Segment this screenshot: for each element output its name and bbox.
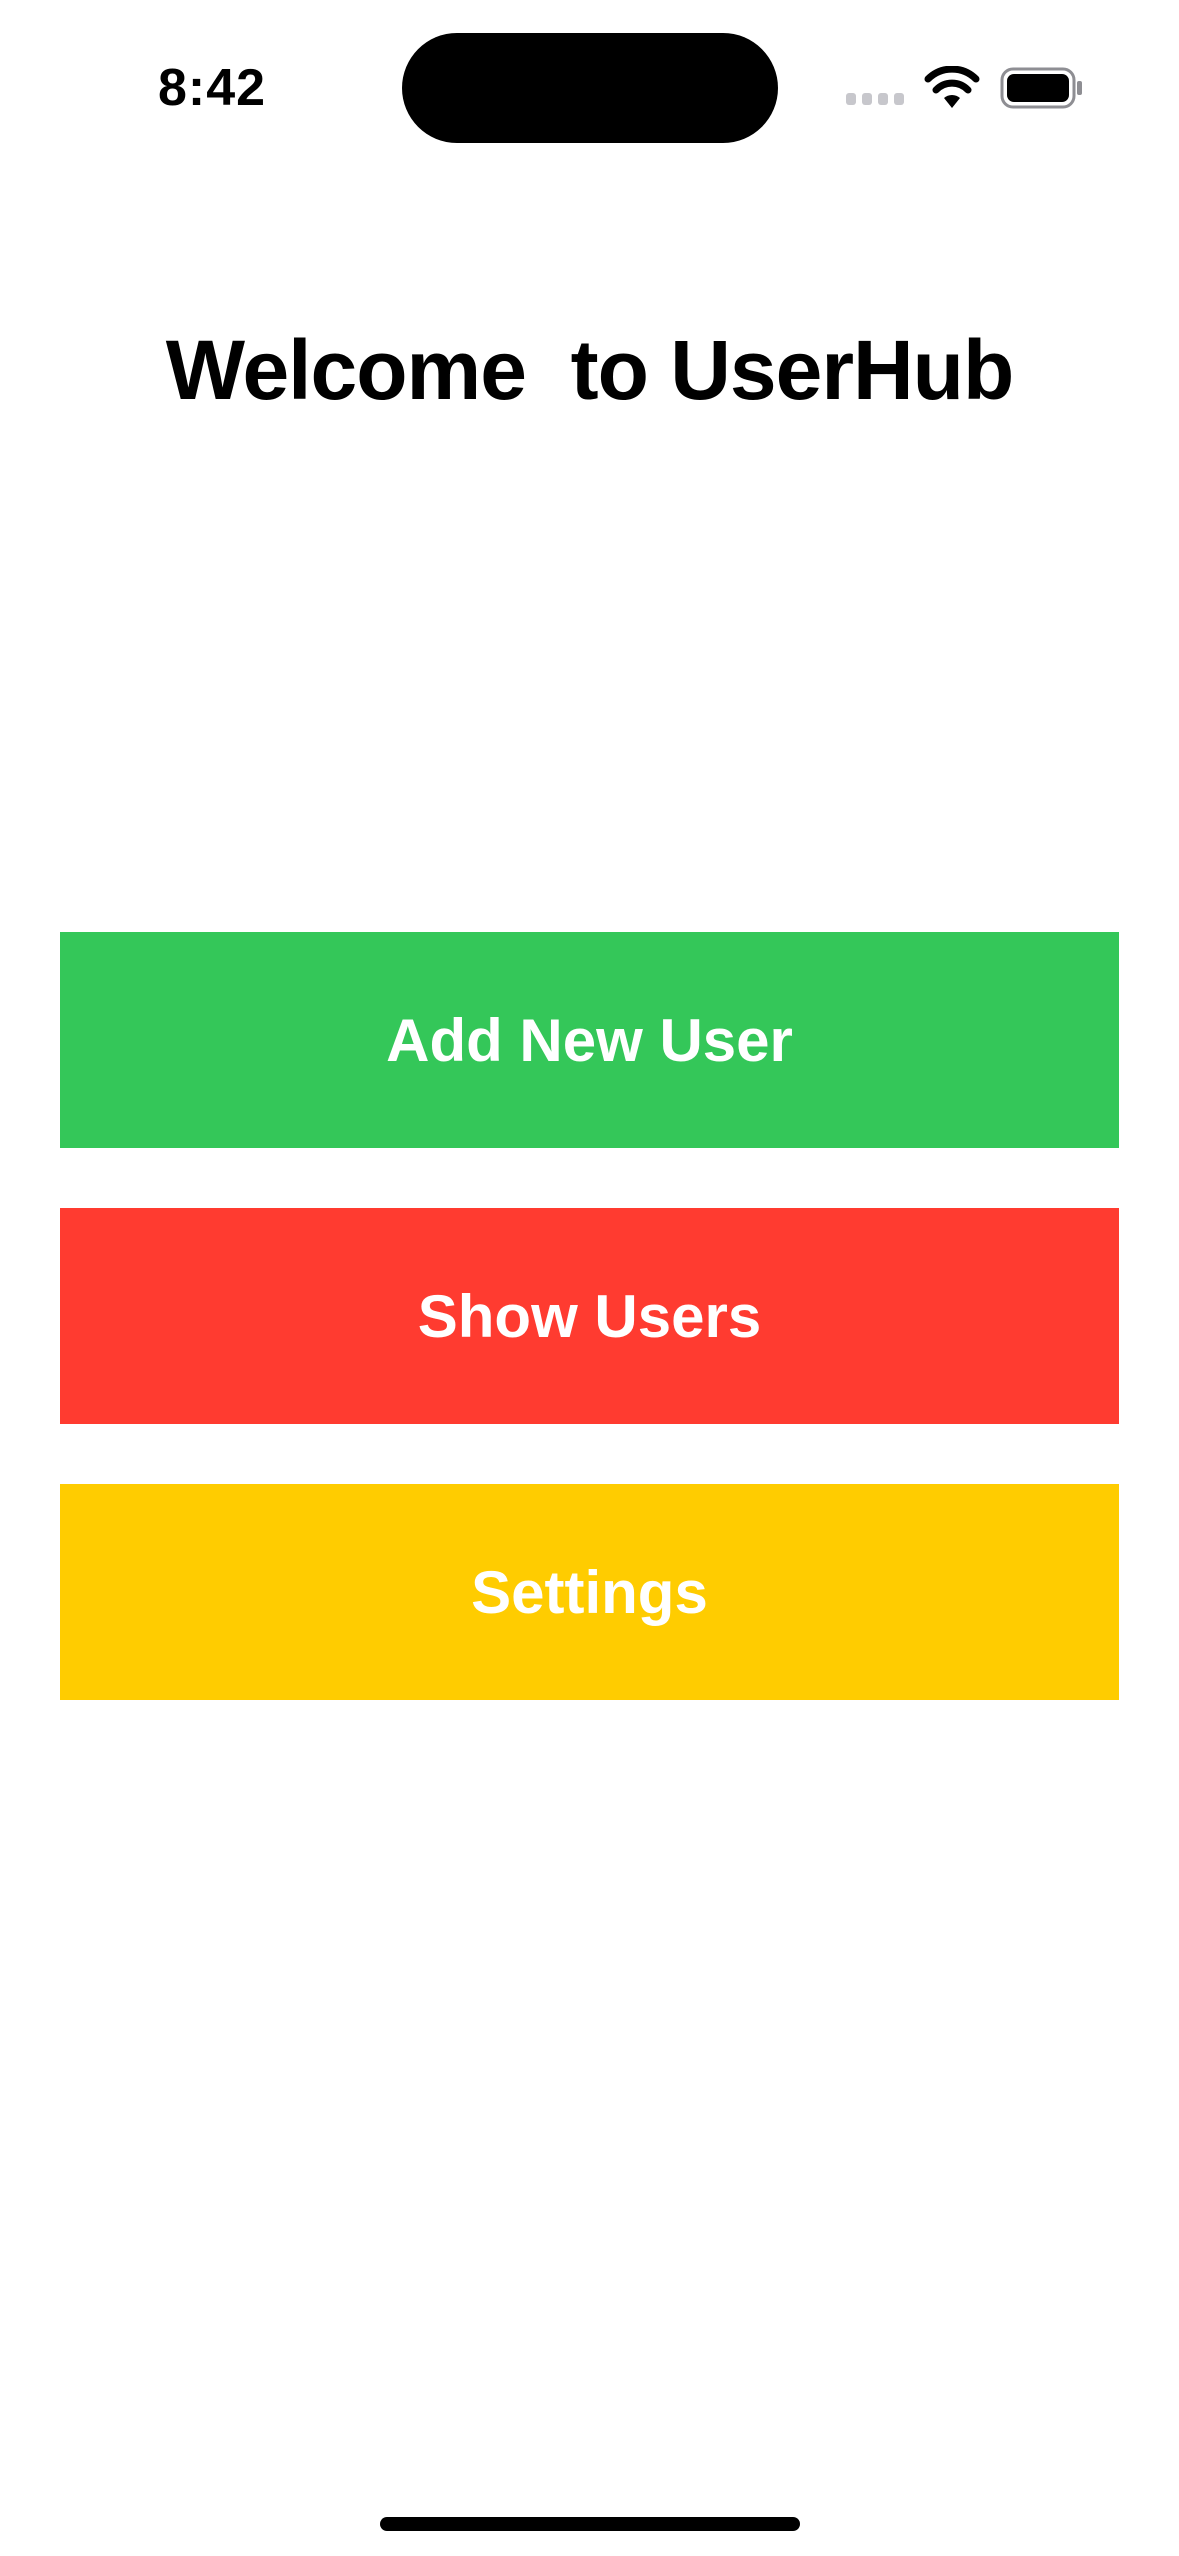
- status-time: 8:42: [158, 59, 267, 117]
- show-users-button[interactable]: Show Users: [60, 1208, 1119, 1424]
- cellular-signal-icon: [846, 93, 904, 105]
- home-indicator[interactable]: [380, 2517, 800, 2531]
- status-bar: 8:42: [0, 0, 1179, 170]
- wifi-icon: [924, 66, 980, 108]
- settings-button[interactable]: Settings: [60, 1484, 1119, 1700]
- add-new-user-button[interactable]: Add New User: [60, 932, 1119, 1148]
- show-users-label: Show Users: [417, 1282, 762, 1350]
- settings-label: Settings: [471, 1558, 708, 1626]
- dynamic-island: [402, 33, 778, 143]
- battery-icon: [1000, 67, 1082, 109]
- add-new-user-label: Add New User: [386, 1006, 793, 1074]
- page-title: Welcome to UserHub: [165, 323, 1015, 417]
